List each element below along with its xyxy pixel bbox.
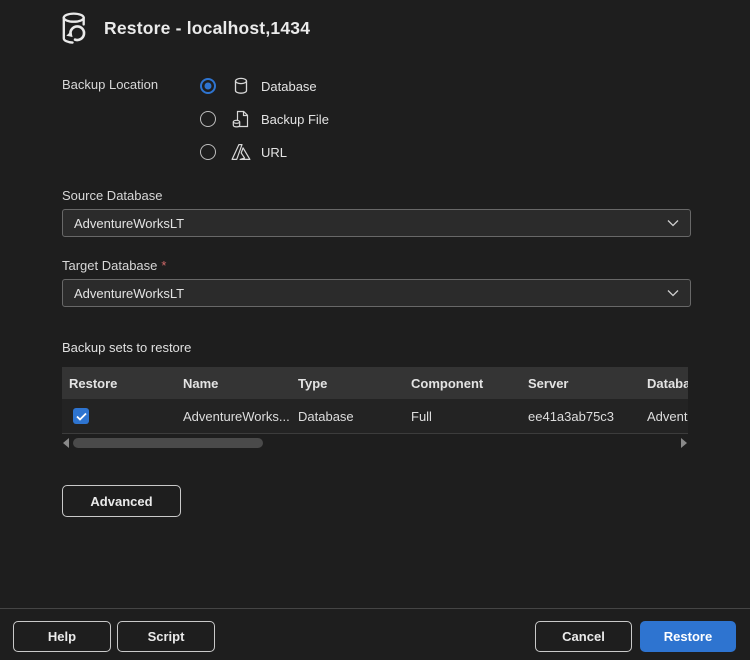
chevron-down-icon [667,219,679,227]
column-header-database: Database [647,376,688,391]
advanced-button[interactable]: Advanced [62,485,181,517]
target-database-label: Target Database* [62,258,166,273]
radio-option-label: Backup File [261,112,329,127]
backup-location-label: Backup Location [62,77,158,92]
scroll-left-arrow-icon[interactable] [63,438,69,448]
cell-database: AdventureWorksLT [647,409,688,424]
radio-option-database[interactable]: Database [200,76,329,96]
cell-name: AdventureWorks... [183,409,298,424]
restore-button[interactable]: Restore [640,621,736,652]
restore-dialog: Restore - localhost,1434 Backup Location… [0,0,750,660]
column-header-name: Name [183,376,298,391]
checkmark-icon [76,412,87,421]
cell-component: Full [411,409,528,424]
horizontal-scrollbar[interactable] [62,437,688,449]
radio-option-url[interactable]: URL [200,142,329,162]
chevron-down-icon [667,289,679,297]
help-button[interactable]: Help [13,621,111,652]
column-header-server: Server [528,376,647,391]
radio-button[interactable] [200,111,216,127]
scroll-right-arrow-icon[interactable] [681,438,687,448]
backup-sets-title: Backup sets to restore [62,340,191,355]
column-header-restore: Restore [62,376,183,391]
target-database-select[interactable]: AdventureWorksLT [62,279,691,307]
radio-button[interactable] [200,144,216,160]
cell-server: ee41a3ab75c3 [528,409,647,424]
backup-sets-table: Restore Name Type Component Server Datab… [62,367,688,434]
radio-option-label: URL [261,145,287,160]
cell-type: Database [298,409,411,424]
target-database-value: AdventureWorksLT [74,286,184,301]
dialog-header: Restore - localhost,1434 [57,10,310,46]
script-button[interactable]: Script [117,621,215,652]
radio-option-backup-file[interactable]: Backup File [200,109,329,129]
table-header-row: Restore Name Type Component Server Datab… [62,367,688,399]
backup-location-radio-group: Database Backup File U [200,76,329,162]
azure-url-icon [230,142,251,163]
source-database-select[interactable]: AdventureWorksLT [62,209,691,237]
dialog-title: Restore - localhost,1434 [104,18,310,39]
source-database-label: Source Database [62,188,162,203]
restore-checkbox-checked[interactable] [73,408,89,424]
scrollbar-thumb[interactable] [73,438,263,448]
backup-file-icon [230,109,251,130]
radio-button-selected[interactable] [200,78,216,94]
source-database-value: AdventureWorksLT [74,216,184,231]
column-header-type: Type [298,376,411,391]
database-icon [230,76,251,97]
column-header-component: Component [411,376,528,391]
footer-divider [0,608,750,609]
cancel-button[interactable]: Cancel [535,621,632,652]
table-row[interactable]: AdventureWorks... Database Full ee41a3ab… [62,399,688,434]
required-marker: * [161,258,166,273]
restore-database-icon [57,10,91,46]
radio-option-label: Database [261,79,317,94]
